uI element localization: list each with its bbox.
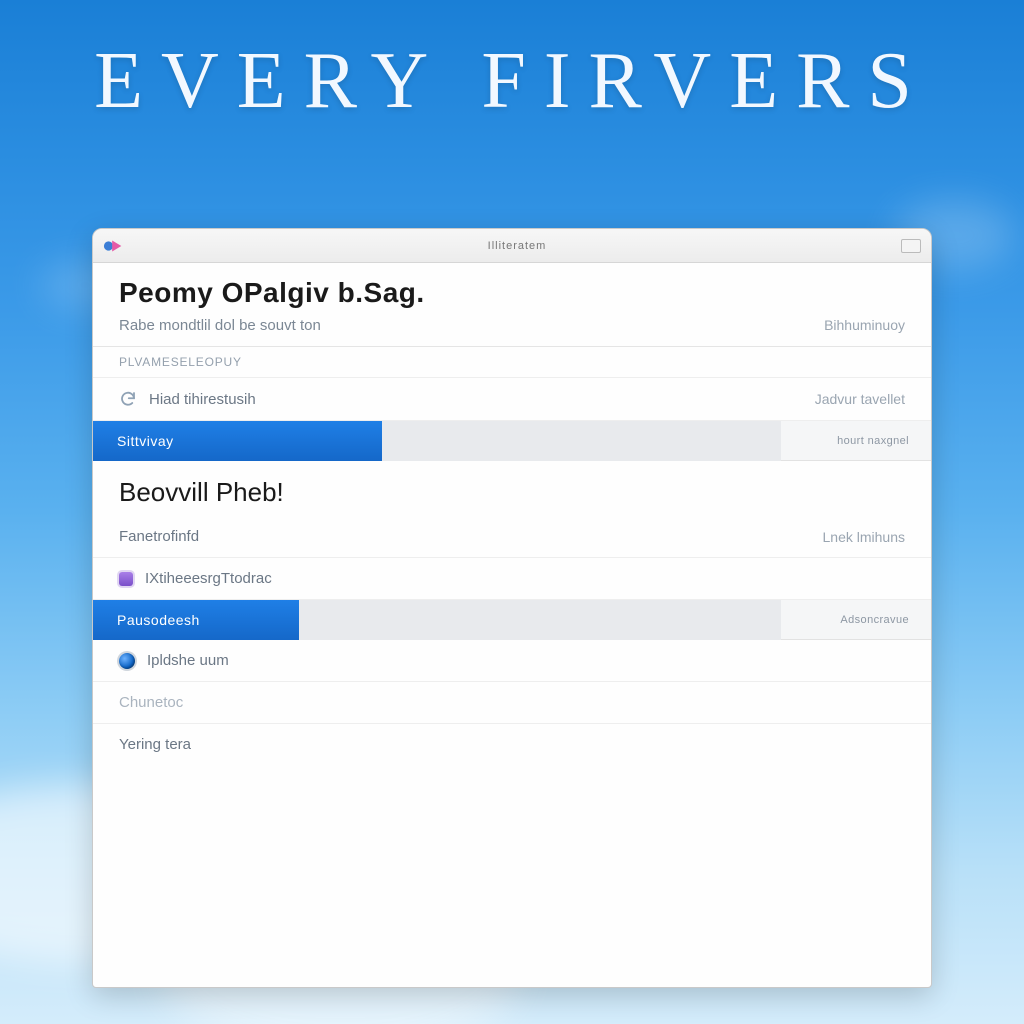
list-item[interactable]: IXtiheeesrgTtodrac [93,558,931,600]
progress-label: Pausodeesh [117,600,200,640]
list-item-label: Ipldshe uum [147,652,229,669]
list-item[interactable]: Hiad tihirestusih Jadvur tavellet [93,378,931,421]
badge-icon [119,572,133,586]
progress-row: Sittvivay hourt naxgnel [93,421,931,461]
list-item[interactable]: Chunetoc [93,682,931,724]
progress-meta: hourt naxgnel [781,435,931,447]
header-block: Peomy OPalgiv b.Sag. Rabe mondtlil dol b… [93,263,931,347]
page-subtitle-meta: Bihhuminuoy [824,317,905,333]
list-item-label: Hiad tihirestusih [149,391,256,408]
list-item-meta: Jadvur tavellet [815,391,905,407]
progress-meta: Adsoncravue [781,614,931,626]
section-caption: Plvameseleopuy [93,347,931,378]
list-item[interactable]: Yering tera [93,724,931,765]
app-window: Illiteratem Peomy OPalgiv b.Sag. Rabe mo… [92,228,932,988]
window-control-button[interactable] [901,239,921,253]
list-item-label: Yering tera [119,736,191,753]
progress-row: Pausodeesh Adsoncravue [93,600,931,640]
window-content: Peomy OPalgiv b.Sag. Rabe mondtlil dol b… [93,263,931,765]
progress-bar[interactable]: Sittvivay [93,421,781,461]
list-item[interactable]: Ipldshe uum [93,640,931,682]
window-title: Illiteratem [133,240,901,252]
page-subtitle: Rabe mondtlil dol be souvt ton [119,317,321,334]
section-caption-label: Plvameseleopuy [119,355,242,369]
refresh-icon [119,390,137,408]
list-item-label: Chunetoc [119,694,183,711]
list-item-label: Fanetrofinfd [119,528,199,545]
progress-label: Sittvivay [117,421,174,461]
wallpaper-title: EVERY FIRVERS [0,36,1024,127]
page-heading: Peomy OPalgiv b.Sag. [119,277,905,309]
progress-bar[interactable]: Pausodeesh [93,600,781,640]
list-item-meta: Lnek lmihuns [823,529,906,545]
app-logo-icon [103,238,125,254]
list-item[interactable]: Fanetrofinfd Lnek lmihuns [93,516,931,558]
window-titlebar[interactable]: Illiteratem [93,229,931,263]
radio-icon[interactable] [119,653,135,669]
list-item-label: IXtiheeesrgTtodrac [145,570,272,587]
section-heading: Beovvill Pheb! [93,461,931,516]
